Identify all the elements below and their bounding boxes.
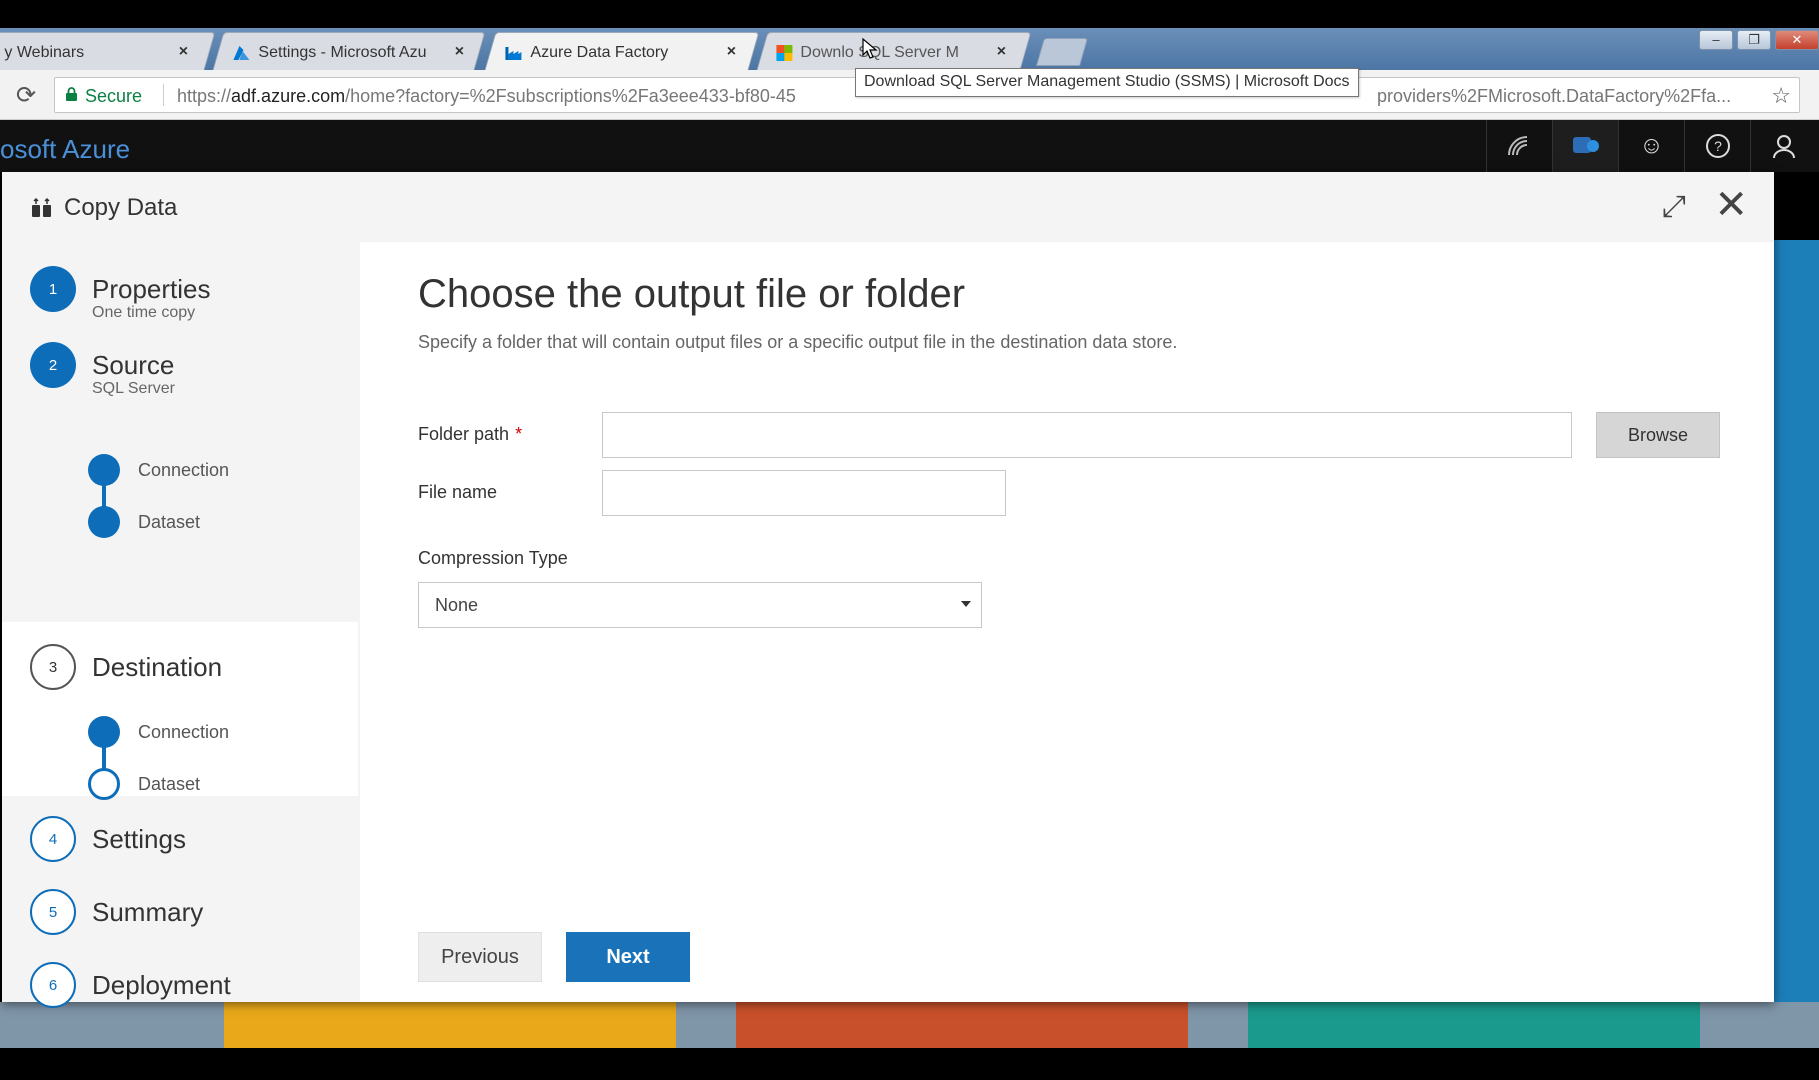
- copy-data-icon: [32, 197, 51, 217]
- file-name-label: File name: [418, 482, 498, 502]
- title-strip: [0, 0, 1819, 28]
- compression-type-select[interactable]: None: [418, 582, 982, 628]
- svg-text:?: ?: [1714, 138, 1722, 154]
- tab-close-icon[interactable]: ×: [455, 43, 464, 61]
- step-sublabel: One time copy: [92, 304, 196, 321]
- bookmark-star-icon[interactable]: ☆: [1771, 83, 1791, 109]
- dashboard-tile-yellow: [224, 1002, 676, 1048]
- step-settings[interactable]: 4 Settings: [30, 816, 186, 862]
- step-number: 4: [30, 816, 76, 862]
- folder-path-input[interactable]: [602, 412, 1572, 458]
- page-description: Specify a folder that will contain outpu…: [418, 332, 1178, 352]
- step-summary[interactable]: 5 Summary: [30, 889, 203, 935]
- tab-title: Settings - Microsoft Azu: [258, 44, 427, 61]
- previous-button[interactable]: Previous: [418, 932, 542, 982]
- folder-path-label: Folder path *: [418, 424, 523, 444]
- dashboard-tile-orange: [736, 1002, 1188, 1048]
- step-source[interactable]: 2 Source SQL Server: [30, 342, 175, 398]
- user-account-icon[interactable]: [1750, 120, 1816, 172]
- window-controls: – ❐ ✕: [1699, 30, 1819, 50]
- step-sublabel: SQL Server: [92, 380, 175, 397]
- tab-title: y Webinars: [4, 44, 85, 61]
- portal-background: [1774, 240, 1819, 1020]
- substep-dot: [88, 454, 120, 486]
- step-deployment[interactable]: 6 Deployment: [30, 962, 231, 1008]
- dialog-title-text: Copy Data: [64, 194, 178, 221]
- close-icon[interactable]: ✕: [1714, 182, 1748, 228]
- required-marker: *: [515, 424, 523, 444]
- tab-close-icon[interactable]: ×: [179, 43, 188, 61]
- chevron-down-icon: [961, 601, 971, 607]
- azure-portal-header: osoft Azure ☺ ?: [0, 120, 1819, 172]
- dialog-title: Copy Data: [30, 194, 177, 222]
- step-label: Settings: [92, 824, 186, 854]
- step-destination[interactable]: 3 Destination: [30, 644, 222, 690]
- page-title: Choose the output file or folder: [418, 272, 966, 316]
- browse-button[interactable]: Browse: [1596, 412, 1720, 458]
- minimize-button[interactable]: –: [1699, 30, 1733, 50]
- address-separator: [163, 84, 164, 106]
- file-name-input[interactable]: [602, 470, 1006, 516]
- expand-icon[interactable]: ⤢: [1662, 190, 1686, 224]
- mouse-cursor-icon: [862, 38, 878, 59]
- reload-icon[interactable]: ⟳: [16, 81, 36, 110]
- substep-label: Dataset: [138, 773, 201, 794]
- tab-tooltip: Download SQL Server Management Studio (S…: [855, 68, 1359, 97]
- substep-dot: [88, 716, 120, 748]
- azure-brand[interactable]: osoft Azure: [0, 134, 130, 165]
- step-properties[interactable]: 1 Properties One time copy: [30, 266, 211, 322]
- tab-close-icon[interactable]: ×: [997, 43, 1006, 61]
- notifications-icon[interactable]: [1552, 120, 1618, 172]
- tab-azure-data-factory[interactable]: Azure Data Factory ×: [484, 32, 760, 70]
- substep-label: Connection: [138, 721, 230, 742]
- lock-icon: [66, 87, 77, 101]
- next-button[interactable]: Next: [566, 932, 690, 982]
- step-number: 5: [30, 889, 76, 935]
- step-number: 2: [30, 342, 76, 388]
- step-label: Summary: [92, 897, 204, 927]
- tab-download-ssms[interactable]: Downlo SQL Server M ×: [756, 32, 1032, 70]
- tab-close-icon[interactable]: ×: [727, 43, 736, 61]
- tab-title: Azure Data Factory: [530, 44, 669, 61]
- selected-value: None: [435, 595, 479, 615]
- tab-title: Downlo SQL Server M: [800, 44, 960, 61]
- smiley-feedback-icon[interactable]: ☺: [1618, 120, 1684, 172]
- microsoft-logo-icon: [776, 45, 793, 61]
- tab-settings-azure[interactable]: Settings - Microsoft Azu ×: [212, 32, 486, 70]
- substep-dot: [88, 506, 120, 538]
- help-icon[interactable]: ?: [1684, 120, 1750, 172]
- wizard-steps: 1 Properties One time copy 2 Source SQL Se…: [2, 242, 358, 1008]
- tab-webinars[interactable]: y Webinars ×: [0, 32, 216, 70]
- destination-substep-connection[interactable]: Connection: [88, 716, 229, 748]
- new-tab-button[interactable]: [1035, 38, 1089, 66]
- source-substep-connection[interactable]: Connection: [88, 454, 229, 486]
- source-substep-dataset[interactable]: Dataset: [88, 506, 200, 538]
- letterbox-bottom: [0, 1048, 1819, 1080]
- secure-label: Secure: [85, 86, 143, 106]
- window-close-button[interactable]: ✕: [1775, 30, 1819, 50]
- substep-dot: [88, 768, 120, 800]
- substep-label: Dataset: [138, 511, 201, 532]
- step-label: Destination: [92, 652, 223, 682]
- url-text: https://adf.azure.com/home?factory=%2Fsu…: [177, 86, 796, 106]
- destination-substep-dataset[interactable]: Dataset: [88, 768, 200, 800]
- maximize-button[interactable]: ❐: [1737, 30, 1771, 50]
- step-number: 1: [30, 266, 76, 312]
- compression-type-label: Compression Type: [418, 548, 568, 568]
- url-tail-text: providers%2FMicrosoft.DataFactory%2Ffa..…: [1377, 86, 1732, 106]
- copy-data-dialog: Copy Data ⤢ ✕ 1 Properties One time copy …: [2, 172, 1774, 1008]
- azure-logo-icon: [233, 46, 250, 60]
- step-number: 3: [30, 644, 76, 690]
- feedback-signal-icon[interactable]: [1486, 120, 1552, 172]
- destination-dataset-panel: Choose the output file or folder Specify…: [360, 242, 1774, 1002]
- step-label: Deployment: [92, 970, 231, 1000]
- step-number: 6: [30, 962, 76, 1008]
- substep-label: Connection: [138, 459, 230, 480]
- browser-tab-bar: y Webinars × Settings - Microsoft Azu × …: [0, 28, 1819, 70]
- data-factory-icon: [505, 47, 522, 60]
- dashboard-tile-teal: [1248, 1002, 1700, 1048]
